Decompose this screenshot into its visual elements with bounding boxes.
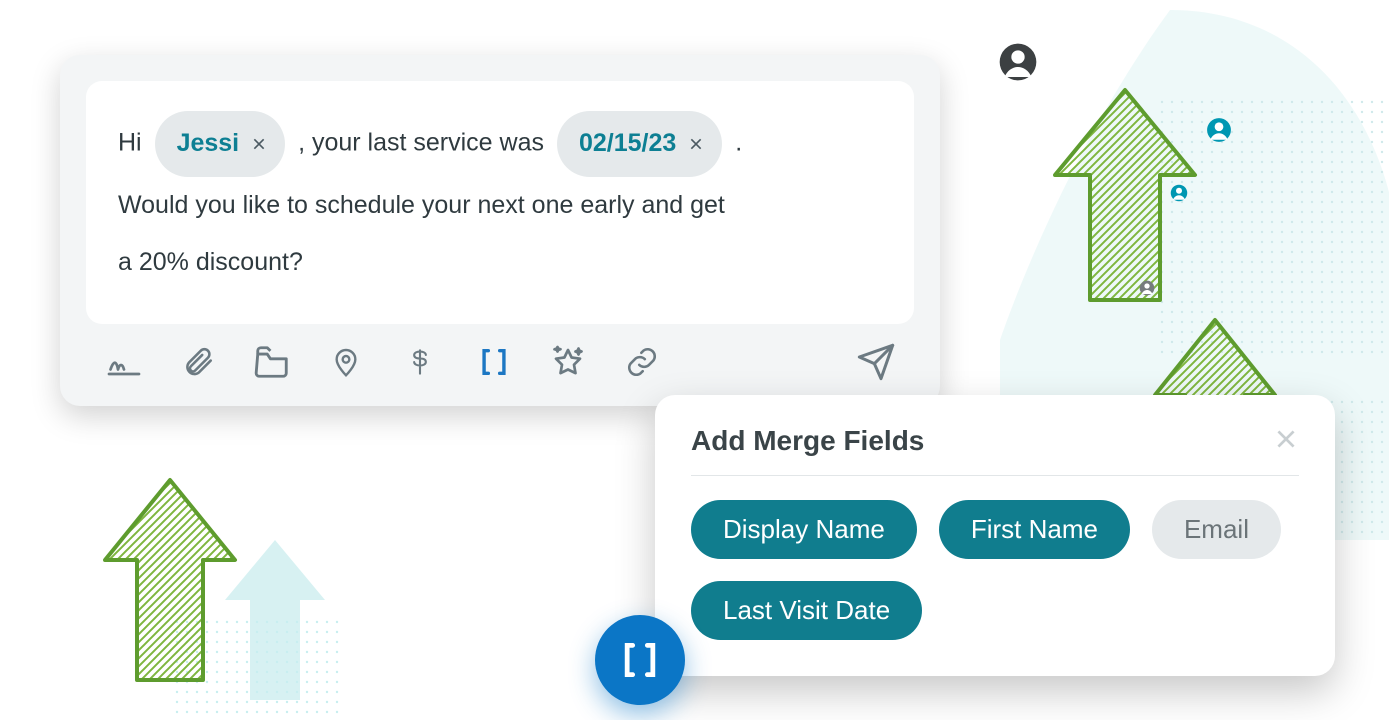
merge-field-email[interactable]: Email bbox=[1152, 500, 1281, 559]
location-pin-icon[interactable] bbox=[326, 342, 366, 382]
paperclip-icon[interactable] bbox=[178, 342, 218, 382]
link-icon[interactable] bbox=[622, 342, 662, 382]
person-icon-small bbox=[1170, 184, 1188, 202]
send-button[interactable] bbox=[856, 342, 896, 382]
merge-field-last-visit[interactable]: Last Visit Date bbox=[691, 581, 922, 640]
sparkle-star-icon[interactable] bbox=[548, 342, 588, 382]
message-composer: Hi Jessi , your last service was 02/15/2… bbox=[60, 55, 940, 406]
merge-chip-date[interactable]: 02/15/23 bbox=[557, 111, 722, 177]
merge-chip-name[interactable]: Jessi bbox=[155, 111, 286, 177]
merge-field-fab[interactable] bbox=[595, 615, 685, 705]
merge-chip-label: Jessi bbox=[177, 115, 240, 173]
dollar-icon[interactable] bbox=[400, 342, 440, 382]
brackets-icon[interactable] bbox=[474, 342, 514, 382]
chip-remove-icon[interactable] bbox=[251, 136, 267, 152]
merge-popover-title: Add Merge Fields bbox=[691, 425, 924, 457]
editor-text: Hi bbox=[118, 128, 142, 156]
editor-text: , your last service was bbox=[298, 128, 544, 156]
person-icon bbox=[998, 42, 1038, 82]
merge-fields-list: Display Name First Name Email Last Visit… bbox=[691, 500, 1299, 640]
editor-text: . bbox=[735, 128, 742, 156]
person-icon-small bbox=[1139, 280, 1155, 296]
chip-remove-icon[interactable] bbox=[688, 136, 704, 152]
editor-text: Would you like to schedule your next one… bbox=[118, 177, 882, 235]
merge-field-display-name[interactable]: Display Name bbox=[691, 500, 917, 559]
merge-field-first-name[interactable]: First Name bbox=[939, 500, 1130, 559]
folder-icon[interactable] bbox=[252, 342, 292, 382]
close-icon[interactable] bbox=[1273, 426, 1299, 457]
merge-chip-label: 02/15/23 bbox=[579, 115, 676, 173]
composer-toolbar bbox=[86, 324, 914, 392]
merge-fields-popover: Add Merge Fields Display Name First Name… bbox=[655, 395, 1335, 676]
editor-text: a 20% discount? bbox=[118, 234, 882, 292]
message-editor[interactable]: Hi Jessi , your last service was 02/15/2… bbox=[86, 81, 914, 324]
decorative-arrow-bottom-left bbox=[95, 470, 345, 720]
signature-icon[interactable] bbox=[104, 342, 144, 382]
person-icon-small bbox=[1206, 117, 1232, 143]
